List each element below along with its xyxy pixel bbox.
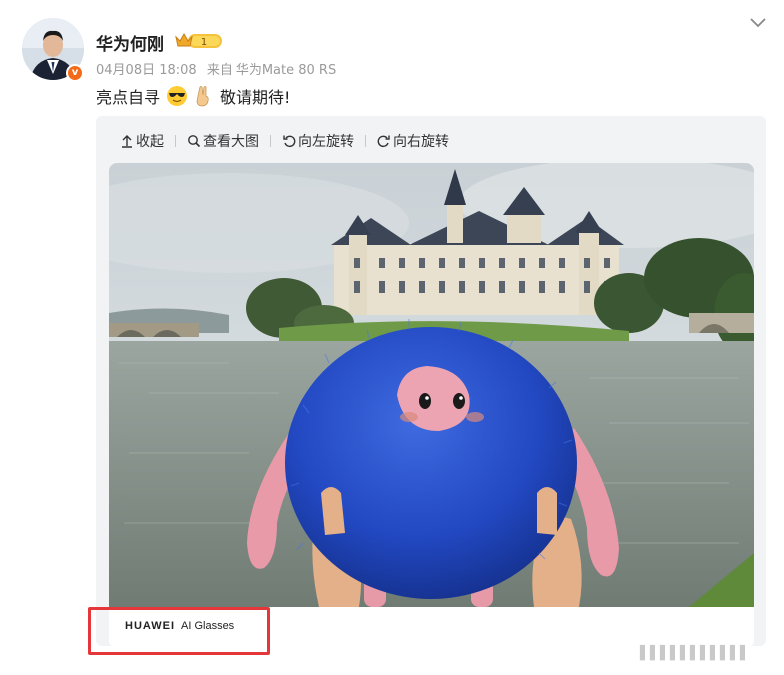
post-text-tail: 敬请期待! <box>220 88 291 107</box>
level-number: 1 <box>201 37 207 48</box>
view-large-button[interactable]: 查看大图 <box>187 131 259 151</box>
toolbar-divider <box>270 135 271 147</box>
collapse-up-icon <box>122 135 132 148</box>
rotate-right-button[interactable]: 向右旋转 <box>377 131 449 151</box>
author-name[interactable]: 华为何刚 <box>96 30 164 55</box>
post-photo[interactable] <box>109 163 754 607</box>
magnifier-icon <box>188 135 201 148</box>
chevron-down-icon[interactable] <box>748 12 768 32</box>
media-toolbar: 收起 查看大图 向左旋转 向右旋转 <box>120 130 449 152</box>
rotate-left-icon <box>283 135 296 148</box>
toolbar-divider <box>175 135 176 147</box>
rotate-right-label: 向右旋转 <box>393 134 449 150</box>
watermark: ▌▌▌▌▌▌▌▌▌▌▌ <box>640 646 750 661</box>
vip-crown-icon[interactable]: 1 <box>174 31 224 51</box>
weibo-post-card: v 华为何刚 1 04月08日 18:08 来自 华为Mate 80 RS 亮点自… <box>0 0 784 675</box>
highlight-box <box>88 607 270 655</box>
rotate-left-label: 向左旋转 <box>298 134 354 150</box>
victory-hand-emoji-icon <box>196 86 209 107</box>
view-large-label: 查看大图 <box>203 134 259 150</box>
rotate-right-icon <box>377 135 390 148</box>
rotate-left-button[interactable]: 向左旋转 <box>282 131 354 151</box>
collapse-button[interactable]: 收起 <box>120 131 164 151</box>
post-text-main: 亮点自寻 <box>96 88 161 107</box>
source-prefix: 来自 <box>206 63 233 78</box>
post-text: 亮点自寻 敬请期待! <box>96 84 290 108</box>
post-source[interactable]: 华为Mate 80 RS <box>236 63 336 78</box>
collapse-label: 收起 <box>136 134 164 150</box>
post-meta: 04月08日 18:08 来自 华为Mate 80 RS <box>96 59 342 78</box>
post-date[interactable]: 04月08日 18:08 <box>96 63 197 78</box>
verified-badge-icon: v <box>66 64 84 82</box>
sunglasses-emoji-icon <box>167 86 188 106</box>
toolbar-divider <box>365 135 366 147</box>
